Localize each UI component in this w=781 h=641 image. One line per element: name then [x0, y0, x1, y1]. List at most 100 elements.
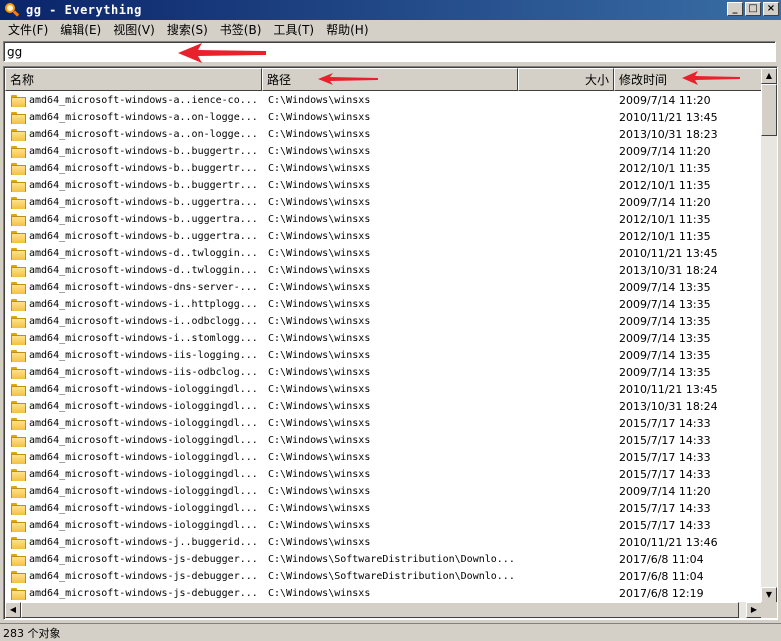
table-row[interactable]: amd64_microsoft-windows-d..twloggin... C:… [5, 262, 762, 279]
file-modified: 2015/7/17 14:33 [619, 417, 711, 430]
folder-icon [11, 400, 26, 413]
file-path: C:\Windows\winsxs [268, 469, 371, 480]
scroll-up-icon[interactable]: ▲ [761, 68, 777, 84]
file-name: amd64_microsoft-windows-iologgingdl... [29, 486, 258, 497]
table-row[interactable]: amd64_microsoft-windows-iologgingdl... C:… [5, 381, 762, 398]
column-header-path[interactable]: 路径 [262, 68, 518, 91]
menu-file[interactable]: 文件(F) [2, 21, 54, 38]
file-path: C:\Windows\winsxs [268, 231, 371, 242]
table-row[interactable]: amd64_microsoft-windows-b..uggertra... C:… [5, 194, 762, 211]
file-modified: 2009/7/14 11:20 [619, 196, 711, 209]
folder-icon [11, 536, 26, 549]
table-row[interactable]: amd64_microsoft-windows-iologgingdl... C:… [5, 483, 762, 500]
menu-help[interactable]: 帮助(H) [320, 21, 374, 38]
results-list[interactable]: 名称 路径 大小 修改时间 amd64_microsoft-windows-a.… [3, 66, 778, 620]
file-path: C:\Windows\winsxs [268, 316, 371, 327]
horizontal-scrollbar[interactable]: ◀ ▶ [5, 602, 762, 618]
table-row[interactable]: amd64_microsoft-windows-js-debugger... C:… [5, 551, 762, 568]
file-name: amd64_microsoft-windows-j..buggerid... [29, 537, 258, 548]
table-row[interactable]: amd64_microsoft-windows-j..buggerid... C:… [5, 534, 762, 551]
table-row[interactable]: amd64_microsoft-windows-a..ience-co... C:… [5, 92, 762, 109]
table-row[interactable]: amd64_microsoft-windows-iologgingdl... C:… [5, 449, 762, 466]
table-row[interactable]: amd64_microsoft-windows-d..twloggin... C:… [5, 245, 762, 262]
file-path: C:\Windows\winsxs [268, 214, 371, 225]
menu-view[interactable]: 视图(V) [107, 21, 161, 38]
file-modified: 2009/7/14 11:20 [619, 145, 711, 158]
table-row[interactable]: amd64_microsoft-windows-i..stomlogg... C:… [5, 330, 762, 347]
menu-bookmarks[interactable]: 书签(B) [214, 21, 268, 38]
vertical-scrollbar[interactable]: ▲ ▼ [761, 68, 777, 603]
column-header-name[interactable]: 名称 [5, 68, 262, 91]
menu-tools[interactable]: 工具(T) [267, 21, 320, 38]
file-name-cell: amd64_microsoft-windows-d..twloggin... [5, 247, 262, 260]
file-path: C:\Windows\winsxs [268, 146, 371, 157]
table-row[interactable]: amd64_microsoft-windows-b..uggertra... C:… [5, 211, 762, 228]
table-row[interactable]: amd64_microsoft-windows-iologgingdl... C:… [5, 415, 762, 432]
table-row[interactable]: amd64_microsoft-windows-iologgingdl... C:… [5, 517, 762, 534]
folder-icon [11, 332, 26, 345]
file-name: amd64_microsoft-windows-iologgingdl... [29, 520, 258, 531]
file-name-cell: amd64_microsoft-windows-iologgingdl... [5, 468, 262, 481]
file-name-cell: amd64_microsoft-windows-b..uggertra... [5, 196, 262, 209]
menu-edit[interactable]: 编辑(E) [54, 21, 107, 38]
file-name: amd64_microsoft-windows-iis-odbclog... [29, 367, 258, 378]
folder-icon [11, 451, 26, 464]
file-path: C:\Windows\winsxs [268, 163, 371, 174]
table-row[interactable]: amd64_microsoft-windows-iologgingdl... C:… [5, 500, 762, 517]
table-row[interactable]: amd64_microsoft-windows-a..on-logge... C:… [5, 126, 762, 143]
file-path: C:\Windows\winsxs [268, 282, 371, 293]
table-row[interactable]: amd64_microsoft-windows-iologgingdl... C:… [5, 466, 762, 483]
scroll-left-icon[interactable]: ◀ [5, 602, 21, 618]
file-modified: 2013/10/31 18:24 [619, 400, 718, 413]
file-name: amd64_microsoft-windows-iologgingdl... [29, 401, 258, 412]
folder-icon [11, 485, 26, 498]
file-name-cell: amd64_microsoft-windows-iologgingdl... [5, 519, 262, 532]
scroll-down-icon[interactable]: ▼ [761, 587, 777, 603]
table-row[interactable]: amd64_microsoft-windows-i..odbclogg... C:… [5, 313, 762, 330]
table-row[interactable]: amd64_microsoft-windows-js-debugger... C:… [5, 585, 762, 602]
title-bar[interactable]: gg - Everything _ □ × [0, 0, 781, 20]
file-path: C:\Windows\winsxs [268, 129, 371, 140]
table-row[interactable]: amd64_microsoft-windows-b..uggertra... C:… [5, 228, 762, 245]
menu-search[interactable]: 搜索(S) [161, 21, 214, 38]
table-row[interactable]: amd64_microsoft-windows-iis-logging... C:… [5, 347, 762, 364]
scroll-right-icon[interactable]: ▶ [746, 602, 762, 618]
file-name-cell: amd64_microsoft-windows-iologgingdl... [5, 485, 262, 498]
menu-bar: 文件(F) 编辑(E) 视图(V) 搜索(S) 书签(B) 工具(T) 帮助(H… [0, 20, 781, 39]
file-path: C:\Windows\winsxs [268, 588, 371, 599]
file-path: C:\Windows\winsxs [268, 333, 371, 344]
folder-icon [11, 111, 26, 124]
file-name-cell: amd64_microsoft-windows-iologgingdl... [5, 502, 262, 515]
table-row[interactable]: amd64_microsoft-windows-iologgingdl... C:… [5, 432, 762, 449]
minimize-icon[interactable]: _ [727, 2, 743, 16]
file-name-cell: amd64_microsoft-windows-iis-logging... [5, 349, 262, 362]
file-name: amd64_microsoft-windows-iologgingdl... [29, 384, 258, 395]
table-row[interactable]: amd64_microsoft-windows-iologgingdl... C:… [5, 398, 762, 415]
column-header-modified[interactable]: 修改时间 [614, 68, 762, 91]
file-path: C:\Windows\winsxs [268, 350, 371, 361]
close-icon[interactable]: × [763, 2, 779, 16]
file-name: amd64_microsoft-windows-i..stomlogg... [29, 333, 258, 344]
table-row[interactable]: amd64_microsoft-windows-a..on-logge... C:… [5, 109, 762, 126]
table-row[interactable]: amd64_microsoft-windows-b..buggertr... C:… [5, 160, 762, 177]
file-name-cell: amd64_microsoft-windows-i..odbclogg... [5, 315, 262, 328]
file-modified: 2017/6/8 12:19 [619, 587, 704, 600]
search-input[interactable] [4, 42, 775, 61]
horizontal-scroll-thumb[interactable] [21, 602, 739, 618]
vertical-scroll-thumb[interactable] [761, 84, 777, 136]
table-row[interactable]: amd64_microsoft-windows-i..httplogg... C:… [5, 296, 762, 313]
file-name-cell: amd64_microsoft-windows-a..ience-co... [5, 94, 262, 107]
file-name: amd64_microsoft-windows-b..uggertra... [29, 197, 258, 208]
file-modified: 2010/11/21 13:45 [619, 383, 718, 396]
file-path: C:\Windows\SoftwareDistribution\Downlo..… [268, 571, 515, 582]
file-modified: 2009/7/14 13:35 [619, 332, 711, 345]
table-row[interactable]: amd64_microsoft-windows-dns-server-... C:… [5, 279, 762, 296]
column-header-size[interactable]: 大小 [518, 68, 614, 91]
maximize-icon[interactable]: □ [745, 2, 761, 16]
file-name: amd64_microsoft-windows-a..on-logge... [29, 112, 258, 123]
table-row[interactable]: amd64_microsoft-windows-iis-odbclog... C:… [5, 364, 762, 381]
file-name: amd64_microsoft-windows-a..ience-co... [29, 95, 258, 106]
table-row[interactable]: amd64_microsoft-windows-b..buggertr... C:… [5, 177, 762, 194]
table-row[interactable]: amd64_microsoft-windows-b..buggertr... C:… [5, 143, 762, 160]
table-row[interactable]: amd64_microsoft-windows-js-debugger... C:… [5, 568, 762, 585]
